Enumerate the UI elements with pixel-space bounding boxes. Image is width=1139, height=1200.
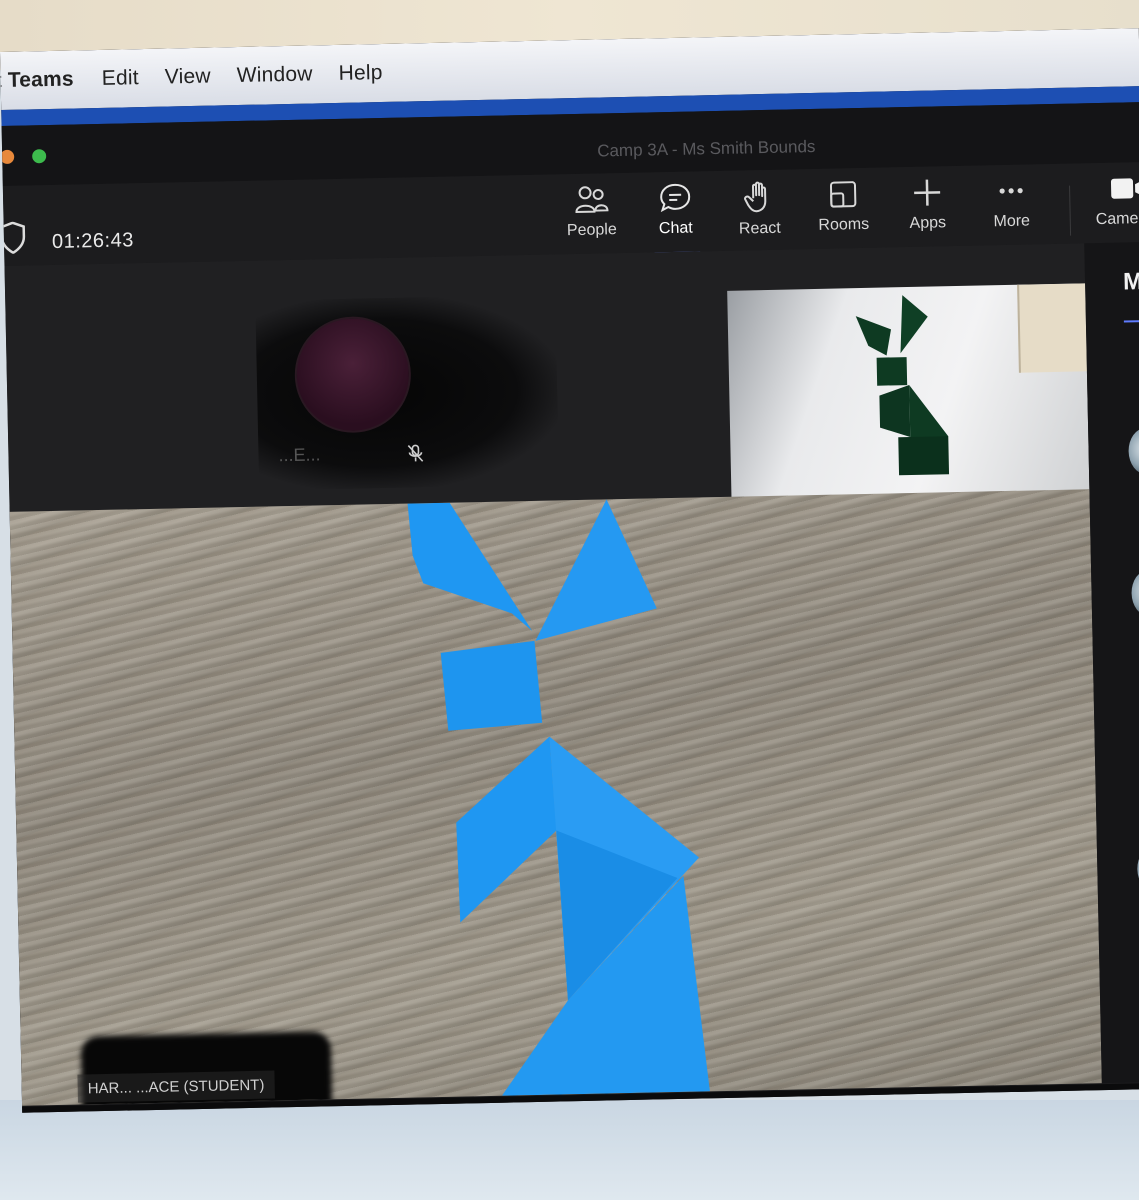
side-panel-tab-indicator [1123, 319, 1139, 323]
rooms-label: Rooms [818, 215, 870, 234]
menu-edit[interactable]: Edit [102, 66, 139, 91]
participant-tile-avatar[interactable]: ...E... [255, 294, 560, 491]
shield-icon [0, 221, 26, 255]
participant-name: ...E... [278, 444, 321, 466]
meeting-title: Camp 3A - Ms Smith Bounds [597, 136, 816, 161]
rooms-icon [829, 181, 857, 208]
tangram-blue-image [407, 499, 710, 1096]
raise-hand-icon [744, 181, 767, 213]
main-participant-video[interactable]: HAR... ...ACE (STUDENT) [9, 489, 1102, 1106]
more-button[interactable]: More [971, 174, 1052, 232]
people-label: People [566, 221, 617, 240]
react-label: React [738, 219, 781, 238]
video-stage: ...E... HAR... ...ACE (STUDENT) [4, 243, 1102, 1106]
self-view-video[interactable] [727, 283, 1090, 503]
camera-button[interactable]: Came [1081, 172, 1139, 230]
minimize-window-button[interactable] [0, 149, 15, 165]
main-participant-name: HAR... ...ACE (STUDENT) [87, 1076, 265, 1097]
people-icon [575, 186, 609, 213]
self-view-background-object [1017, 283, 1089, 373]
apps-button[interactable]: Apps [887, 176, 968, 234]
meeting-timer: 01:26:43 [51, 229, 135, 253]
camera-label: Came [1095, 210, 1139, 229]
mic-off-icon [407, 444, 424, 462]
rooms-button[interactable]: Rooms [803, 178, 884, 236]
menu-app-teams[interactable]: t Teams [0, 67, 74, 93]
chat-avatar [1128, 427, 1139, 475]
chat-label: Chat [658, 219, 693, 238]
apps-label: Apps [909, 214, 947, 232]
more-label: More [993, 212, 1031, 231]
menu-view[interactable]: View [165, 65, 211, 90]
camera-icon [1110, 178, 1139, 199]
chat-button[interactable]: Chat [635, 181, 716, 256]
more-dots-icon [999, 188, 1023, 194]
chat-icon [660, 183, 691, 213]
menu-help[interactable]: Help [338, 61, 382, 86]
menu-window[interactable]: Window [236, 62, 312, 88]
background-desk [0, 1100, 1139, 1200]
participant-name-tag: HAR... ...ACE (STUDENT) [77, 1070, 275, 1103]
plus-icon [914, 179, 941, 206]
people-button[interactable]: People [551, 183, 632, 241]
chat-avatar [1131, 569, 1139, 617]
side-panel-title: M [1122, 268, 1139, 296]
maximize-window-button[interactable] [32, 149, 47, 164]
react-button[interactable]: React [719, 179, 800, 239]
avatar [293, 315, 413, 434]
teams-window: t Teams Edit View Window Help Camp 3A - … [0, 28, 1139, 1113]
toolbar-divider [1069, 185, 1072, 236]
